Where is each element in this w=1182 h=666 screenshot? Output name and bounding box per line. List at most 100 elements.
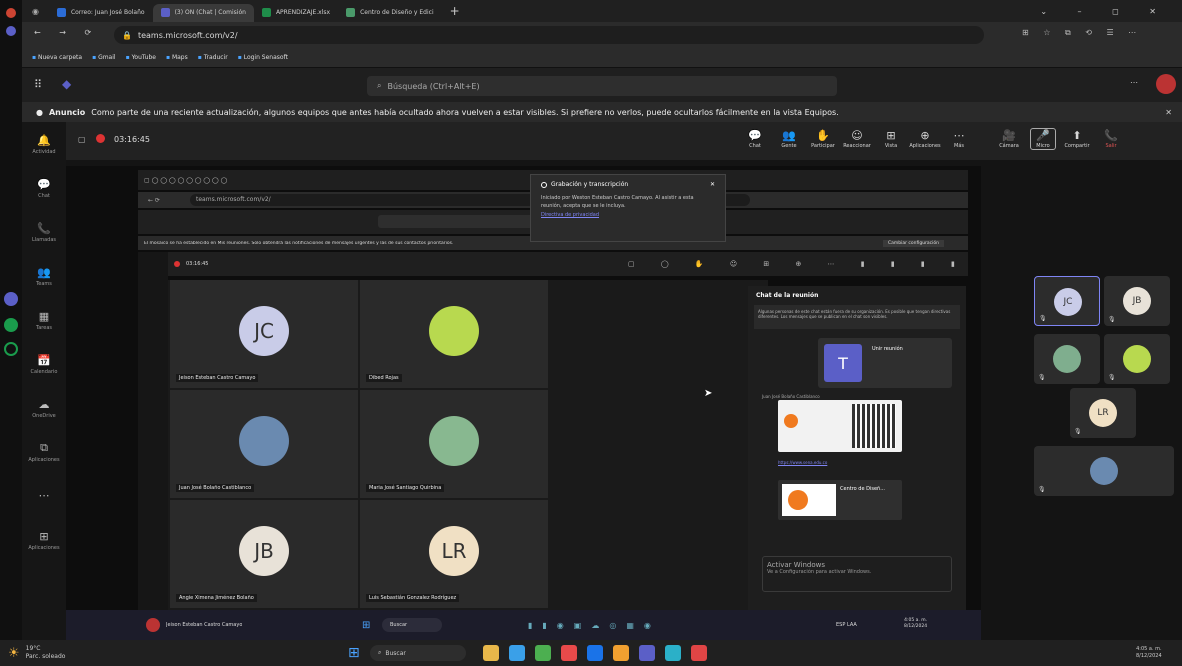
edge-app-icon[interactable] bbox=[4, 292, 18, 306]
toolbar-button[interactable]: ⬆ Compartir bbox=[1064, 129, 1090, 149]
toolbar-button[interactable]: 💬 Chat bbox=[742, 129, 768, 149]
participant-tile[interactable]: JC Jeison Esteban Castro Camayo bbox=[170, 280, 358, 388]
url-field[interactable]: 🔒 teams.microsoft.com/v2/ bbox=[114, 26, 984, 44]
rail-label: Chat bbox=[38, 192, 50, 199]
toolbar-button[interactable]: 🎤 Micro bbox=[1030, 128, 1056, 150]
toolbar-label: Más bbox=[954, 143, 964, 149]
rail-item[interactable]: ▦ Tareas bbox=[22, 298, 66, 342]
participant-tile[interactable]: Dibed Rojas bbox=[360, 280, 548, 388]
new-tab-button[interactable]: + bbox=[450, 4, 460, 18]
address-bar-row: ← → ⟳ 🔒 teams.microsoft.com/v2/ ⊞ ☆ ⧉ ⟲ … bbox=[22, 22, 1182, 48]
participant-name: Angie Ximena Jiménez Bolaño bbox=[176, 594, 257, 602]
participant-tile[interactable]: JB Angie Ximena Jiménez Bolaño bbox=[170, 500, 358, 608]
search-icon: ⌕ bbox=[378, 649, 382, 656]
rail-item[interactable]: 💬 Chat bbox=[22, 166, 66, 210]
participant-thumbnail[interactable]: JB 🎙 bbox=[1104, 276, 1170, 326]
more-icon[interactable]: ⋯ bbox=[1130, 78, 1138, 87]
participant-strip: JC 🎙 JB 🎙 🎙 🎙 LR 🎙 🎙 bbox=[1024, 268, 1180, 528]
participant-thumbnail[interactable]: JC 🎙 bbox=[1034, 276, 1100, 326]
bookmark-item[interactable]: ▪ Gmail bbox=[92, 54, 116, 61]
avatar-initials: LR bbox=[441, 539, 467, 563]
browser-extension-icons[interactable]: ⊞ ☆ ⧉ ⟲ ☰ ⋯ bbox=[1022, 28, 1142, 38]
toolbar-button[interactable]: ⊕ Aplicaciones bbox=[909, 129, 940, 149]
chat-link[interactable]: https://www.sena.edu.co bbox=[778, 460, 902, 474]
rail-item[interactable]: ⋯ bbox=[22, 474, 66, 518]
lock-icon: 🔒 bbox=[122, 30, 132, 40]
taskbar-app-icon[interactable] bbox=[509, 645, 525, 661]
taskbar-app-icon[interactable] bbox=[639, 645, 655, 661]
toolbar-button[interactable]: 👥 Gente bbox=[776, 129, 802, 149]
toolbar-button[interactable]: 🎥 Cámara bbox=[996, 129, 1022, 149]
tab-favicon-icon bbox=[56, 8, 66, 17]
rail-item[interactable]: ⊞ Aplicaciones bbox=[22, 518, 66, 562]
mic-muted-icon: 🎙 bbox=[1038, 374, 1046, 381]
chat-compose-box[interactable]: Activar Windows Ve a Configuración para … bbox=[762, 556, 952, 592]
nav-buttons[interactable]: ← → ⟳ bbox=[34, 28, 99, 37]
rail-item[interactable]: 👥 Teams bbox=[22, 254, 66, 298]
bookmark-item[interactable]: ▪ Maps bbox=[166, 54, 188, 61]
shared-taskbar-time: 4:05 a. m. bbox=[904, 618, 928, 623]
bookmark-label: Gmail bbox=[98, 54, 116, 61]
rail-item[interactable]: 📞 Llamadas bbox=[22, 210, 66, 254]
bookmark-item[interactable]: ▪ YouTube bbox=[126, 54, 156, 61]
mic-muted-icon: 🎙 bbox=[1108, 374, 1116, 381]
toolbar-button[interactable]: ⋯ Más bbox=[946, 129, 972, 149]
rail-item[interactable]: ⧉ Aplicaciones bbox=[22, 430, 66, 474]
activate-windows-text: Ve a Configuración para activar Windows. bbox=[767, 569, 872, 575]
participant-thumbnail[interactable]: LR 🎙 bbox=[1070, 388, 1136, 438]
participant-tile[interactable]: Juan José Bolaño Castiblanco bbox=[170, 390, 358, 498]
rail-icon: ☁ bbox=[38, 397, 50, 411]
rail-item[interactable]: 📅 Calendario bbox=[22, 342, 66, 386]
window-controls[interactable]: ⌄ – ◻ ✕ bbox=[1040, 7, 1170, 16]
avatar-initials: JC bbox=[254, 319, 274, 343]
search-input[interactable]: ⌕ Búsqueda (Ctrl+Alt+E) bbox=[367, 76, 837, 96]
participant-thumbnail[interactable]: 🎙 bbox=[1034, 446, 1174, 496]
rail-icon: 🔔 bbox=[37, 133, 51, 147]
start-button[interactable]: ⊞ bbox=[348, 645, 360, 661]
bookmark-item[interactable]: ▪ Nueva carpeta bbox=[32, 54, 82, 61]
browser-tab[interactable]: Correo: Juan José Bolaño bbox=[49, 4, 153, 22]
toolbar-button[interactable]: ✋ Participar bbox=[810, 129, 836, 149]
edge-app-icon[interactable] bbox=[4, 318, 18, 332]
rail-item[interactable]: ☁ OneDrive bbox=[22, 386, 66, 430]
close-icon[interactable]: ✕ bbox=[1165, 108, 1172, 117]
browser-tab[interactable]: Centro de Diseño y Edici bbox=[338, 4, 442, 22]
taskbar-app-icon[interactable] bbox=[535, 645, 551, 661]
participant-name: Juan José Bolaño Castiblanco bbox=[176, 484, 255, 492]
rail-label: OneDrive bbox=[32, 412, 56, 419]
participant-tile[interactable]: Maria José Santiago Quirbina bbox=[360, 390, 548, 498]
browser-profile-icon[interactable]: ◉ bbox=[32, 7, 39, 16]
taskbar-app-icon[interactable] bbox=[587, 645, 603, 661]
rail-icon: ⊞ bbox=[39, 529, 49, 543]
bookmark-item[interactable]: ▪ Traducir bbox=[198, 54, 228, 61]
mic-muted-icon: 🎙 bbox=[1108, 316, 1116, 323]
participant-thumbnail[interactable]: 🎙 bbox=[1034, 334, 1100, 384]
taskbar-app-icon[interactable] bbox=[613, 645, 629, 661]
participant-thumbnail[interactable]: 🎙 bbox=[1104, 334, 1170, 384]
rail-item[interactable]: 🔔 Actividad bbox=[22, 122, 66, 166]
avatar[interactable] bbox=[1156, 74, 1176, 94]
toolbar-button[interactable]: ⊞ Vista bbox=[878, 129, 904, 149]
participant-name: Luis Sebastián Gonzalez Rodríguez bbox=[366, 594, 460, 602]
tab-label: APRENDIZAJE.xlsx bbox=[275, 9, 331, 16]
toolbar-button[interactable]: ☺ Reaccionar bbox=[843, 129, 871, 149]
taskbar-app-icon[interactable] bbox=[665, 645, 681, 661]
taskbar-search[interactable]: ⌕ Buscar bbox=[370, 645, 466, 661]
participant-tile[interactable]: LR Luis Sebastián Gonzalez Rodríguez bbox=[360, 500, 548, 608]
close-icon[interactable]: ✕ bbox=[710, 181, 715, 188]
shared-rail bbox=[138, 252, 168, 612]
chat-card-title: Unir reunión bbox=[872, 346, 903, 352]
toolbar-label: Salir bbox=[1105, 143, 1117, 149]
browser-tab[interactable]: APRENDIZAJE.xlsx bbox=[254, 4, 338, 22]
taskbar-app-icon[interactable] bbox=[483, 645, 499, 661]
bookmark-item[interactable]: ▪ Login Senasoft bbox=[238, 54, 288, 61]
taskbar-app-icon[interactable] bbox=[561, 645, 577, 661]
privacy-link[interactable]: Directiva de privacidad bbox=[541, 212, 715, 218]
edge-app-icon[interactable] bbox=[4, 342, 18, 356]
taskbar-app-icon[interactable] bbox=[691, 645, 707, 661]
tab-favicon-icon bbox=[160, 8, 170, 17]
toolbar-button[interactable]: 📞 Salir bbox=[1098, 129, 1124, 149]
browser-tab[interactable]: (3) ON (Chat | Comisión bbox=[152, 3, 254, 22]
app-launcher-icon[interactable]: ⠿ bbox=[34, 78, 42, 91]
participant-name: Jeison Esteban Castro Camayo bbox=[176, 374, 259, 382]
